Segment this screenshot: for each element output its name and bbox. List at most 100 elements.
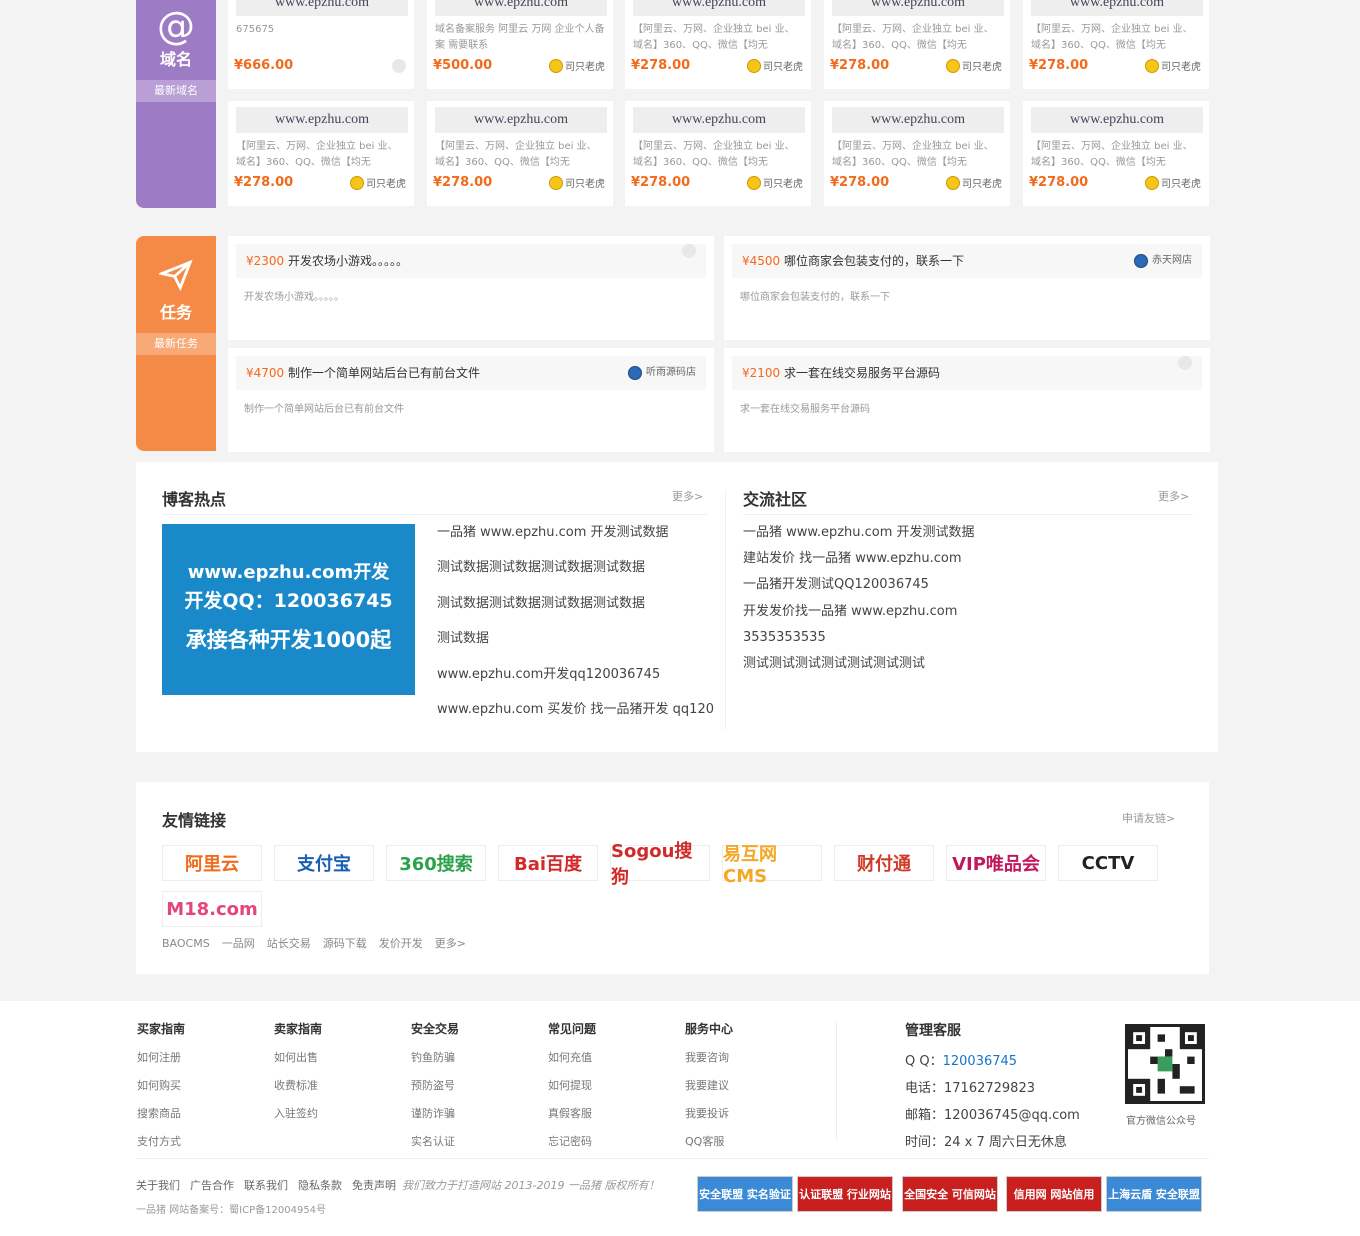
domain-card[interactable]: www.epzhu.com 【阿里云、万网、企业独立 bei 业、域名】360、Q… [625, 0, 811, 89]
footer-link[interactable]: 入驻签约 [274, 1105, 322, 1121]
bottom-link[interactable]: 联系我们 [244, 1179, 288, 1192]
friend-logo[interactable]: Bai百度 [498, 845, 598, 881]
text-link[interactable]: 源码下载 [323, 937, 367, 950]
footer-link[interactable]: 如何提现 [548, 1077, 596, 1093]
seller[interactable]: 司只老虎 [946, 58, 1002, 73]
footer-link[interactable]: 收费标准 [274, 1077, 322, 1093]
footer-link[interactable]: 钓鱼防骗 [411, 1049, 459, 1065]
friend-logo[interactable]: CCTV [1058, 845, 1158, 881]
list-item[interactable]: 测试测试测试测试测试测试测试 [743, 655, 975, 681]
task-title[interactable]: 哪位商家会包装支付的，联系一下 [784, 254, 964, 268]
domain-card[interactable]: www.epzhu.com 【阿里云、万网、企业独立 bei 业、域名】360、Q… [427, 101, 613, 206]
seller[interactable]: 司只老虎 [747, 175, 803, 190]
domain-name[interactable]: www.epzhu.com [832, 0, 1004, 16]
seller[interactable]: 司只老虎 [1145, 175, 1201, 190]
footer-link[interactable]: 如何注册 [137, 1049, 185, 1065]
text-link[interactable]: 更多> [435, 937, 466, 950]
footer-link[interactable]: 搜索商品 [137, 1105, 185, 1121]
list-item[interactable]: 测试数据 [437, 630, 714, 665]
footer-link[interactable]: 如何购买 [137, 1077, 185, 1093]
community-more-link[interactable]: 更多> [1158, 488, 1189, 504]
friend-logo[interactable]: 易互网CMS [722, 844, 822, 887]
domain-name[interactable]: www.epzhu.com [633, 0, 805, 16]
task-title[interactable]: 求一套在线交易服务平台源码 [784, 366, 940, 380]
list-item[interactable]: 3535353535 [743, 629, 975, 655]
list-item[interactable]: 测试数据测试数据测试数据测试数据 [437, 595, 714, 630]
seller[interactable]: 司只老虎 [946, 175, 1002, 190]
domain-card[interactable]: www.epzhu.com 【阿里云、万网、企业独立 bei 业、域名】360、Q… [824, 0, 1010, 89]
friend-logo[interactable]: VIP唯品会 [946, 845, 1046, 881]
bottom-link[interactable]: 隐私条款 [298, 1179, 342, 1192]
domain-name[interactable]: www.epzhu.com [435, 0, 607, 16]
trust-badge[interactable]: 信用网 网站信用 [1006, 1176, 1102, 1212]
domain-card[interactable]: www.epzhu.com 域名备案服务 阿里云 万网 企业个人备案 需要联系 ¥5… [427, 0, 613, 89]
blog-banner[interactable]: www.epzhu.com开发 开发QQ：120036745 承接各种开发100… [162, 524, 415, 695]
task-title[interactable]: 开发农场小游戏。。。。。 [288, 254, 408, 268]
footer-link[interactable]: 我要建议 [685, 1077, 733, 1093]
domain-name[interactable]: www.epzhu.com [832, 107, 1004, 133]
list-item[interactable]: www.epzhu.com开发qq120036745 [437, 666, 714, 701]
footer-link[interactable]: 谨防诈骗 [411, 1105, 459, 1121]
text-link[interactable]: 发价开发 [379, 937, 423, 950]
task-user[interactable] [1178, 356, 1192, 370]
text-link[interactable]: 站长交易 [267, 937, 311, 950]
friend-logo[interactable]: 财付通 [834, 845, 934, 881]
latest-tasks-tag[interactable]: 最新任务 [136, 333, 216, 355]
task-header[interactable]: ¥2300 开发农场小游戏。。。。。 [236, 244, 706, 278]
friend-logo[interactable]: 支付宝 [274, 845, 374, 881]
list-item[interactable]: 一品猪 www.epzhu.com 开发测试数据 [437, 524, 714, 559]
domain-card[interactable]: www.epzhu.com 【阿里云、万网、企业独立 bei 业、域名】360、Q… [1023, 101, 1209, 206]
list-item[interactable]: 一品猪 www.epzhu.com 开发测试数据 [743, 524, 975, 550]
latest-domains-tag[interactable]: 最新域名 [136, 80, 216, 102]
domain-name[interactable]: www.epzhu.com [1031, 107, 1203, 133]
trust-badge[interactable]: 认证联盟 行业网站 [797, 1176, 893, 1212]
seller[interactable]: 司只老虎 [549, 58, 605, 73]
qq-number[interactable]: 120036745 [943, 1054, 1017, 1069]
task-card[interactable]: ¥2300 开发农场小游戏。。。。。 开发农场小游戏。。。。。 [228, 236, 714, 340]
list-item[interactable]: 开发发价找一品猪 www.epzhu.com [743, 603, 975, 629]
task-user[interactable]: 赤天网店 [1134, 244, 1192, 278]
footer-link[interactable]: 如何充值 [548, 1049, 596, 1065]
friend-logo[interactable]: 阿里云 [162, 845, 262, 881]
task-title[interactable]: 制作一个简单网站后台已有前台文件 [288, 366, 480, 380]
bottom-link[interactable]: 关于我们 [136, 1179, 180, 1192]
seller[interactable]: 司只老虎 [1145, 58, 1201, 73]
friend-logo[interactable]: Sogou搜狗 [610, 841, 710, 888]
text-link[interactable]: 一品网 [222, 937, 255, 950]
seller[interactable]: 司只老虎 [350, 175, 406, 190]
trust-badge[interactable]: 全国安全 可信网站 [902, 1176, 998, 1212]
domain-name[interactable]: www.epzhu.com [236, 107, 408, 133]
footer-link[interactable]: QQ客服 [685, 1133, 733, 1149]
footer-link[interactable]: 支付方式 [137, 1133, 185, 1149]
apply-link[interactable]: 申请友链> [1122, 810, 1175, 826]
footer-link[interactable]: 我要咨询 [685, 1049, 733, 1065]
task-header[interactable]: ¥2100 求一套在线交易服务平台源码 [732, 356, 1202, 390]
domain-name[interactable]: www.epzhu.com [1031, 0, 1203, 16]
domain-card[interactable]: www.epzhu.com 【阿里云、万网、企业独立 bei 业、域名】360、Q… [228, 101, 414, 206]
friend-logo[interactable]: M18.com [162, 891, 262, 927]
domain-card[interactable]: www.epzhu.com 【阿里云、万网、企业独立 bei 业、域名】360、Q… [1023, 0, 1209, 89]
domain-name[interactable]: www.epzhu.com [236, 0, 408, 16]
trust-badge[interactable]: 安全联盟 实名验证 [697, 1176, 793, 1212]
task-header[interactable]: ¥4700 制作一个简单网站后台已有前台文件 听雨源码店 [236, 356, 706, 390]
domain-card[interactable]: www.epzhu.com 【阿里云、万网、企业独立 bei 业、域名】360、Q… [625, 101, 811, 206]
seller[interactable]: 司只老虎 [549, 175, 605, 190]
task-card[interactable]: ¥4700 制作一个简单网站后台已有前台文件 听雨源码店 制作一个简单网站后台已有前… [228, 348, 714, 452]
seller[interactable] [392, 59, 406, 73]
footer-link[interactable]: 实名认证 [411, 1133, 459, 1149]
footer-link[interactable]: 预防盗号 [411, 1077, 459, 1093]
task-card[interactable]: ¥4500 哪位商家会包装支付的，联系一下 赤天网店 哪位商家会包装支付的，联系一下 [724, 236, 1210, 340]
list-item[interactable]: 测试数据测试数据测试数据测试数据 [437, 559, 714, 594]
task-user[interactable]: 听雨源码店 [628, 356, 696, 390]
friend-logo[interactable]: 360搜索 [386, 845, 486, 881]
domain-card[interactable]: www.epzhu.com 【阿里云、万网、企业独立 bei 业、域名】360、Q… [824, 101, 1010, 206]
list-item[interactable]: 建站发价 找一品猪 www.epzhu.com [743, 550, 975, 576]
domain-card[interactable]: www.epzhu.com 675675 ¥666.00 [228, 0, 414, 89]
seller[interactable]: 司只老虎 [747, 58, 803, 73]
task-user[interactable] [682, 244, 696, 258]
list-item[interactable]: 一品猪开发测试QQ120036745 [743, 576, 975, 602]
footer-link[interactable]: 我要投诉 [685, 1105, 733, 1121]
domain-name[interactable]: www.epzhu.com [633, 107, 805, 133]
blog-more-link[interactable]: 更多> [672, 488, 703, 504]
trust-badge[interactable]: 上海云盾 安全联盟 [1106, 1176, 1202, 1212]
